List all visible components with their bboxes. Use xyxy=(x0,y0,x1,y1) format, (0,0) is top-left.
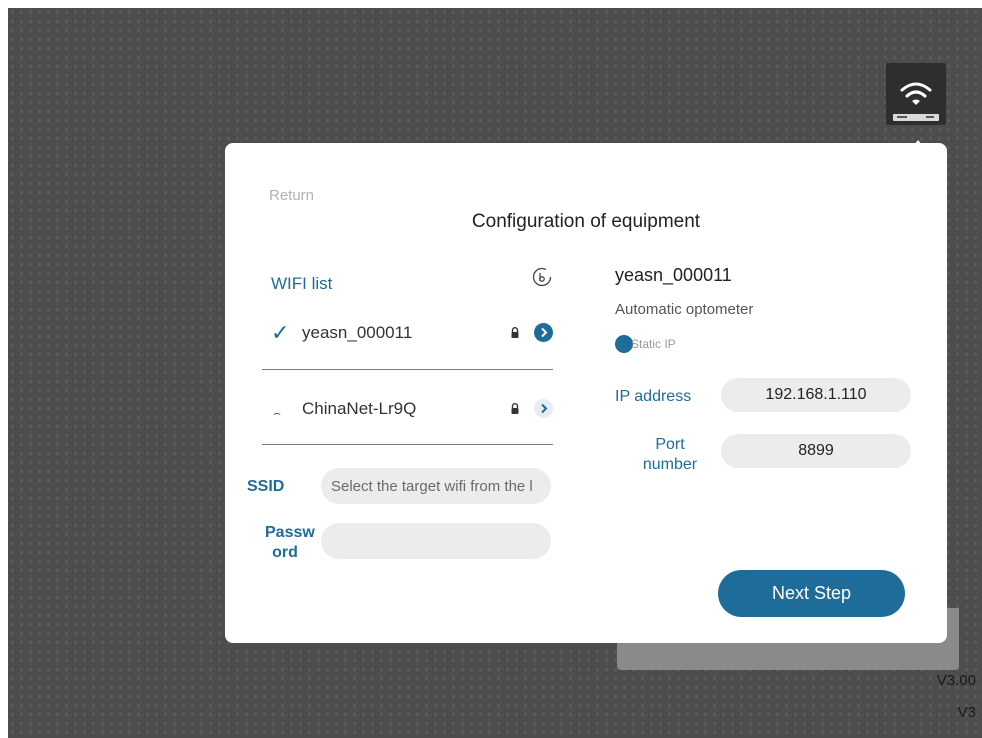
wifi-list-title: WIFI list xyxy=(271,274,333,293)
divider xyxy=(262,444,553,445)
ssid-label: SSID xyxy=(247,478,285,495)
ssid-input[interactable] xyxy=(321,468,551,504)
port-number-field[interactable]: 8899 xyxy=(721,434,911,468)
chevron-right-icon[interactable] xyxy=(534,399,553,418)
version-label: V3 xyxy=(957,704,976,721)
ip-address-field[interactable]: 192.168.1.110 xyxy=(721,378,911,412)
static-ip-label: Static IP xyxy=(631,337,676,351)
next-step-button[interactable]: Next Step xyxy=(718,570,905,617)
password-label: Passw ord xyxy=(265,524,315,561)
wifi-signal-icon: ⌢ xyxy=(273,406,281,420)
password-input[interactable] xyxy=(321,523,551,559)
wifi-network-name: yeasn_000011 xyxy=(302,323,413,342)
wifi-network-item[interactable]: ⌢ ChinaNet-Lr9Q xyxy=(271,394,553,424)
device-type: Automatic optometer xyxy=(615,301,754,318)
ip-address-label: IP address xyxy=(615,388,692,405)
lock-icon xyxy=(510,402,520,416)
divider xyxy=(262,369,553,370)
return-button[interactable]: Return xyxy=(269,187,314,204)
refresh-icon[interactable] xyxy=(531,266,553,288)
wifi-network-item[interactable]: ✓ yeasn_000011 xyxy=(271,318,553,348)
device-name: yeasn_000011 xyxy=(615,265,732,285)
config-dialog: Return Configuration of equipment WIFI l… xyxy=(225,143,947,643)
chevron-right-icon[interactable] xyxy=(534,323,553,342)
lock-icon xyxy=(510,326,520,340)
app-background: Return Configuration of equipment WIFI l… xyxy=(8,8,982,738)
wifi-network-name: ChinaNet-Lr9Q xyxy=(302,399,417,418)
wifi-router-icon[interactable] xyxy=(886,63,946,125)
check-icon: ✓ xyxy=(271,320,290,345)
port-number-label: Port number xyxy=(642,436,698,473)
version-label: V3.00 xyxy=(936,672,976,689)
dialog-title: Configuration of equipment xyxy=(471,211,701,232)
